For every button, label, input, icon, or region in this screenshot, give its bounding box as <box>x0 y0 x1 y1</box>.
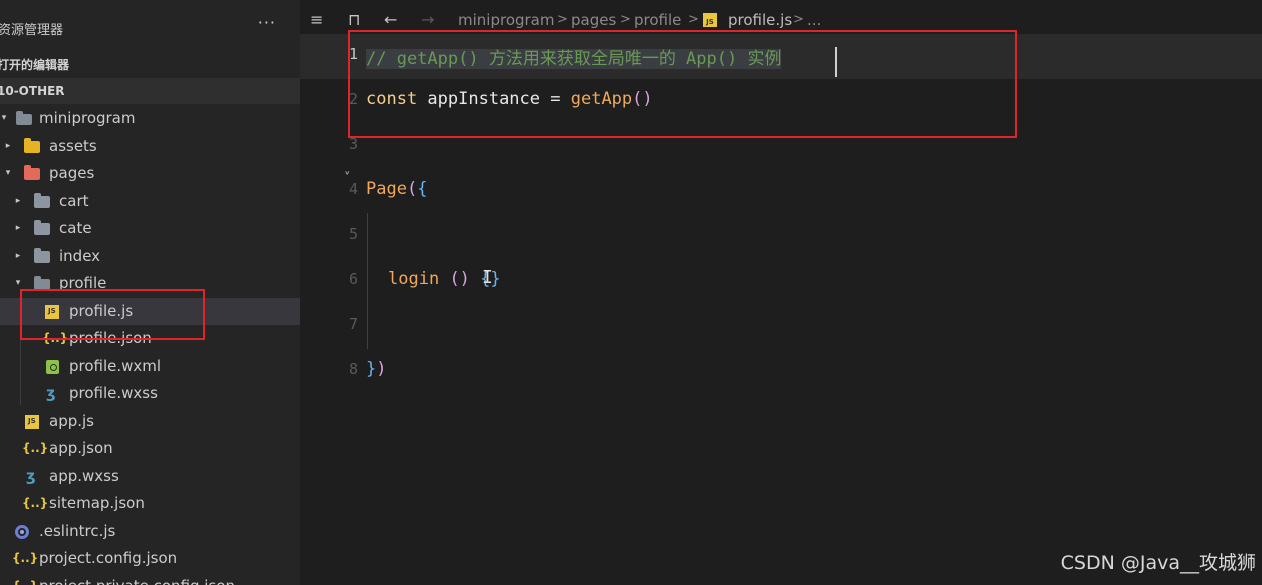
tree-item-app-js[interactable]: JS app.js <box>0 408 300 436</box>
tree-item-label: .eslintrc.js <box>39 521 116 540</box>
tree-item-label: cate <box>59 219 92 237</box>
watermark: CSDN @Java__攻城狮 <box>1060 552 1256 574</box>
tree-item-label: project.config.json <box>39 549 178 567</box>
code-line-5: 5 <box>300 214 1262 259</box>
more-actions-icon[interactable]: ··· <box>258 13 276 32</box>
folder-icon <box>34 192 50 208</box>
brace-token: { <box>417 179 428 199</box>
tree-item-label: profile.wxss <box>69 384 158 402</box>
chevron-right-icon: ▸ <box>15 250 21 261</box>
folder-icon <box>34 220 50 235</box>
folder-icon <box>34 247 50 263</box>
tree-item-label: app.wxss <box>49 466 119 485</box>
wxss-file-icon: ʒ <box>26 466 36 485</box>
js-file-icon: JS <box>703 13 717 27</box>
tree-item-cate[interactable]: ▸ cate <box>0 215 300 243</box>
project-section[interactable]: 10-OTHER <box>0 78 300 104</box>
line-number: 5 <box>348 225 358 243</box>
ide-window: 资源管理器 ··· 打开的编辑器 10-OTHER ▾ miniprogram … <box>0 0 1262 585</box>
project-label: 10-OTHER <box>0 84 65 98</box>
eslint-file-icon <box>15 524 29 539</box>
tree-item-project-private-config[interactable]: {..} project.private.config.json <box>0 573 300 585</box>
fold-chevron-icon[interactable]: ˅ <box>344 171 351 186</box>
tree-item-app-json[interactable]: {..} app.json <box>0 435 300 463</box>
code-line-4: 4 ˅ Page({ <box>300 169 1262 214</box>
tree-item-label: cart <box>59 191 89 210</box>
tree-item-profile-wxss[interactable]: ʒ profile.wxss <box>0 380 300 408</box>
line-number: 6 <box>348 270 358 288</box>
tree-item-profile-wxml[interactable]: profile.wxml <box>0 353 300 381</box>
json-file-icon: {..} <box>12 573 38 585</box>
highlight-box-code <box>348 30 1017 138</box>
tree-item-project-config[interactable]: {..} project.config.json <box>0 545 300 573</box>
tree-item-label: miniprogram <box>39 109 136 127</box>
highlight-box-file <box>20 289 205 340</box>
open-editors-section[interactable]: 打开的编辑器 <box>0 52 300 78</box>
tree-item-label: assets <box>49 136 97 155</box>
tree-item-index[interactable]: ▸ index <box>0 243 300 271</box>
json-file-icon: {..} <box>22 441 49 455</box>
tree-item-miniprogram[interactable]: ▾ miniprogram <box>0 105 300 133</box>
chevron-down-icon: ▾ <box>5 168 11 178</box>
code-text: }) <box>366 359 387 379</box>
brace-token: } <box>366 359 377 379</box>
tree-item-label: project.private.config.json <box>39 573 235 585</box>
code-line-7: 7 <box>300 304 1262 349</box>
js-file-icon: JS <box>25 414 39 429</box>
tree-item-cart[interactable]: ▸ cart <box>0 188 300 216</box>
function-token: Page <box>366 179 407 199</box>
tree-item-label: app.js <box>49 411 94 430</box>
file-tree: ▾ miniprogram ▸ assets ▾ pages ▸ cart ▸ <box>0 105 300 585</box>
ibeam-cursor-icon: I <box>482 267 493 288</box>
indent-guide <box>367 213 368 349</box>
pages-folder-icon <box>24 165 40 180</box>
tree-item-label: app.json <box>49 439 113 457</box>
chevron-down-icon: ▾ <box>1 113 7 123</box>
open-editors-label: 打开的编辑器 <box>0 58 70 72</box>
assets-folder-icon <box>24 137 40 153</box>
chevron-right-icon: ▸ <box>15 195 21 206</box>
tree-item-label: profile.wxml <box>69 356 162 375</box>
tree-item-label: pages <box>49 164 95 182</box>
explorer-header: 资源管理器 ··· <box>0 0 300 54</box>
code-text: Page({ <box>366 179 427 199</box>
tree-item-eslintrc[interactable]: .eslintrc.js <box>0 518 300 546</box>
json-file-icon: {..} <box>12 551 39 565</box>
paren-token: () <box>449 269 470 289</box>
tree-item-sitemap-json[interactable]: {..} sitemap.json <box>0 490 300 518</box>
line-number: 8 <box>348 360 358 378</box>
paren-token: ) <box>376 359 387 379</box>
wxss-file-icon: ʒ <box>46 384 56 402</box>
folder-open-icon <box>16 111 32 125</box>
wxml-file-icon <box>46 359 59 374</box>
code-line-6: 6 login () {} <box>300 259 1262 304</box>
tree-item-app-wxss[interactable]: ʒ app.wxss <box>0 463 300 491</box>
chevron-right-icon: ▸ <box>15 223 21 233</box>
line-number: 7 <box>348 315 358 333</box>
explorer-title: 资源管理器 <box>0 23 64 38</box>
paren-token: ( <box>406 179 418 199</box>
tree-item-label: sitemap.json <box>49 494 145 512</box>
tree-item-pages[interactable]: ▾ pages <box>0 160 300 188</box>
json-file-icon: {..} <box>22 496 49 510</box>
code-line-8: 8 }) <box>300 349 1262 394</box>
tree-item-assets[interactable]: ▸ assets <box>0 133 300 161</box>
chevron-right-icon: ▸ <box>5 140 11 151</box>
function-token: login <box>388 269 440 289</box>
tree-item-label: index <box>59 246 101 265</box>
